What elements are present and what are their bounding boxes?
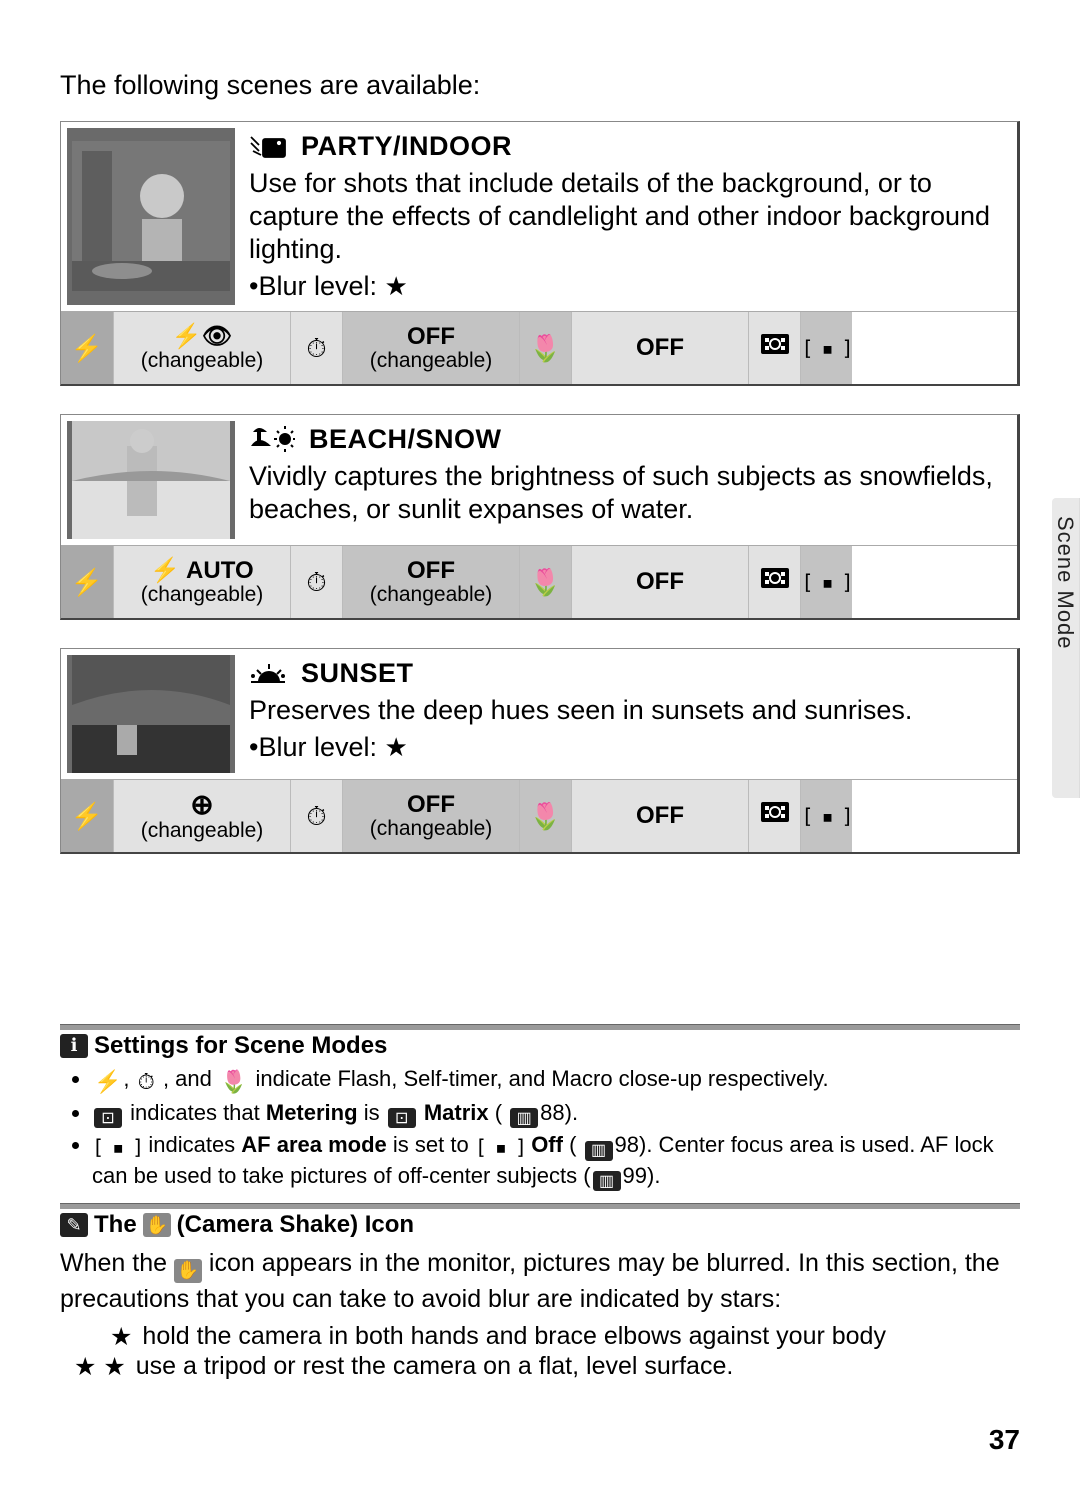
blur-label: •Blur level: <box>249 271 377 301</box>
scene-thumbnail <box>67 128 235 305</box>
flash-icon: ⚡ <box>71 569 103 595</box>
sunset-icon <box>249 661 287 694</box>
macro-icon: 🌷 <box>220 1067 247 1096</box>
side-tab: Scene Mode <box>1052 498 1080 798</box>
af-area-icon: [ ▪ ] <box>475 1134 525 1160</box>
flash-value: ⚡ AUTO <box>150 556 253 585</box>
shake-tip-1: hold the camera in both hands and brace … <box>142 1322 886 1352</box>
scene-thumbnail <box>67 655 235 773</box>
selftimer-icon: ⏱ <box>306 803 326 829</box>
timer-sub: (changeable) <box>370 817 493 841</box>
note-shake-title: ✎ The ✋ (Camera Shake) Icon <box>60 1209 1020 1243</box>
af-area-icon: [ ▪ ] <box>801 336 851 360</box>
flash-sub: (changeable) <box>141 349 264 373</box>
shake-tip-2: use a tripod or rest the camera on a fla… <box>136 1352 734 1382</box>
blur-label: •Blur level: <box>249 732 377 762</box>
settings-row: ⚡ ⚡👁 (changeable) ⏱ OFF (changeable) 🌷 O… <box>61 311 1017 384</box>
flash-value: ⚡👁 <box>172 322 232 351</box>
macro-value: OFF <box>636 334 684 362</box>
scene-thumbnail <box>67 421 235 539</box>
af-area-icon: [ ▪ ] <box>801 570 851 594</box>
camera-shake-icon: ✋ <box>143 1213 171 1237</box>
metering-icon <box>760 801 790 830</box>
macro-icon: 🌷 <box>529 335 561 361</box>
blur-star: ★ <box>385 271 408 301</box>
settings-row: ⚡ ⊕ (changeable) ⏱ OFF (changeable) 🌷 OF… <box>61 779 1017 852</box>
macro-value: OFF <box>636 568 684 596</box>
flash-icon: ⚡ <box>71 803 103 829</box>
timer-value: OFF <box>407 323 455 351</box>
selftimer-icon: ⏱ <box>138 1067 155 1096</box>
macro-icon: 🌷 <box>529 569 561 595</box>
selftimer-icon: ⏱ <box>306 335 326 361</box>
metering-icon: ⊡ <box>94 1108 122 1128</box>
pencil-icon: ✎ <box>60 1213 88 1237</box>
page-ref-icon: ▥ <box>593 1171 621 1191</box>
timer-value: OFF <box>407 791 455 819</box>
star-single: ★ <box>110 1322 132 1352</box>
scene-title: SUNSET <box>301 658 414 688</box>
scene-sunset: SUNSET Preserves the deep hues seen in s… <box>60 648 1020 854</box>
page-number: 37 <box>989 1424 1020 1456</box>
page-ref-icon: ▥ <box>510 1108 538 1128</box>
note-settings-list: ⚡, ⏱ , and 🌷 indicate Flash, Self-timer,… <box>60 1064 1020 1192</box>
macro-value: OFF <box>636 802 684 830</box>
metering-icon <box>760 333 790 362</box>
timer-sub: (changeable) <box>370 349 493 373</box>
scene-description: Preserves the deep hues seen in sunsets … <box>249 695 912 725</box>
flash-sub: (changeable) <box>141 819 264 843</box>
info-icon: ℹ <box>60 1034 88 1058</box>
note-settings-title: ℹ Settings for Scene Modes <box>60 1030 1020 1064</box>
blur-star: ★ <box>385 732 408 762</box>
macro-icon: 🌷 <box>529 803 561 829</box>
scene-description: Vividly captures the brightness of such … <box>249 461 993 524</box>
scene-beach-snow: BEACH/SNOW Vividly captures the brightne… <box>60 414 1020 620</box>
af-area-icon: [ ▪ ] <box>92 1134 142 1160</box>
timer-value: OFF <box>407 557 455 585</box>
metering-icon <box>760 567 790 596</box>
scene-title: PARTY/INDOOR <box>301 131 512 161</box>
side-tab-label: Scene Mode <box>1052 498 1078 650</box>
shake-paragraph: When the ✋ icon appears in the monitor, … <box>60 1247 1020 1315</box>
flash-icon: ⚡ <box>94 1067 121 1096</box>
af-area-icon: [ ▪ ] <box>801 804 851 828</box>
scene-party-indoor: PARTY/INDOOR Use for shots that include … <box>60 121 1020 386</box>
selftimer-icon: ⏱ <box>306 569 326 595</box>
intro-text: The following scenes are available: <box>60 70 1020 101</box>
flash-value: ⊕ <box>190 788 213 821</box>
star-double: ★ ★ <box>74 1352 126 1382</box>
party-icon <box>249 133 287 167</box>
beach-snow-icon <box>249 426 295 460</box>
metering-icon: ⊡ <box>388 1108 416 1128</box>
flash-sub: (changeable) <box>141 583 264 607</box>
scene-title: BEACH/SNOW <box>309 424 502 454</box>
flash-icon: ⚡ <box>71 335 103 361</box>
page-ref-icon: ▥ <box>585 1141 613 1161</box>
timer-sub: (changeable) <box>370 583 493 607</box>
settings-row: ⚡ ⚡ AUTO (changeable) ⏱ OFF (changeable)… <box>61 545 1017 618</box>
camera-shake-icon: ✋ <box>174 1259 202 1283</box>
scene-description: Use for shots that include details of th… <box>249 168 990 264</box>
